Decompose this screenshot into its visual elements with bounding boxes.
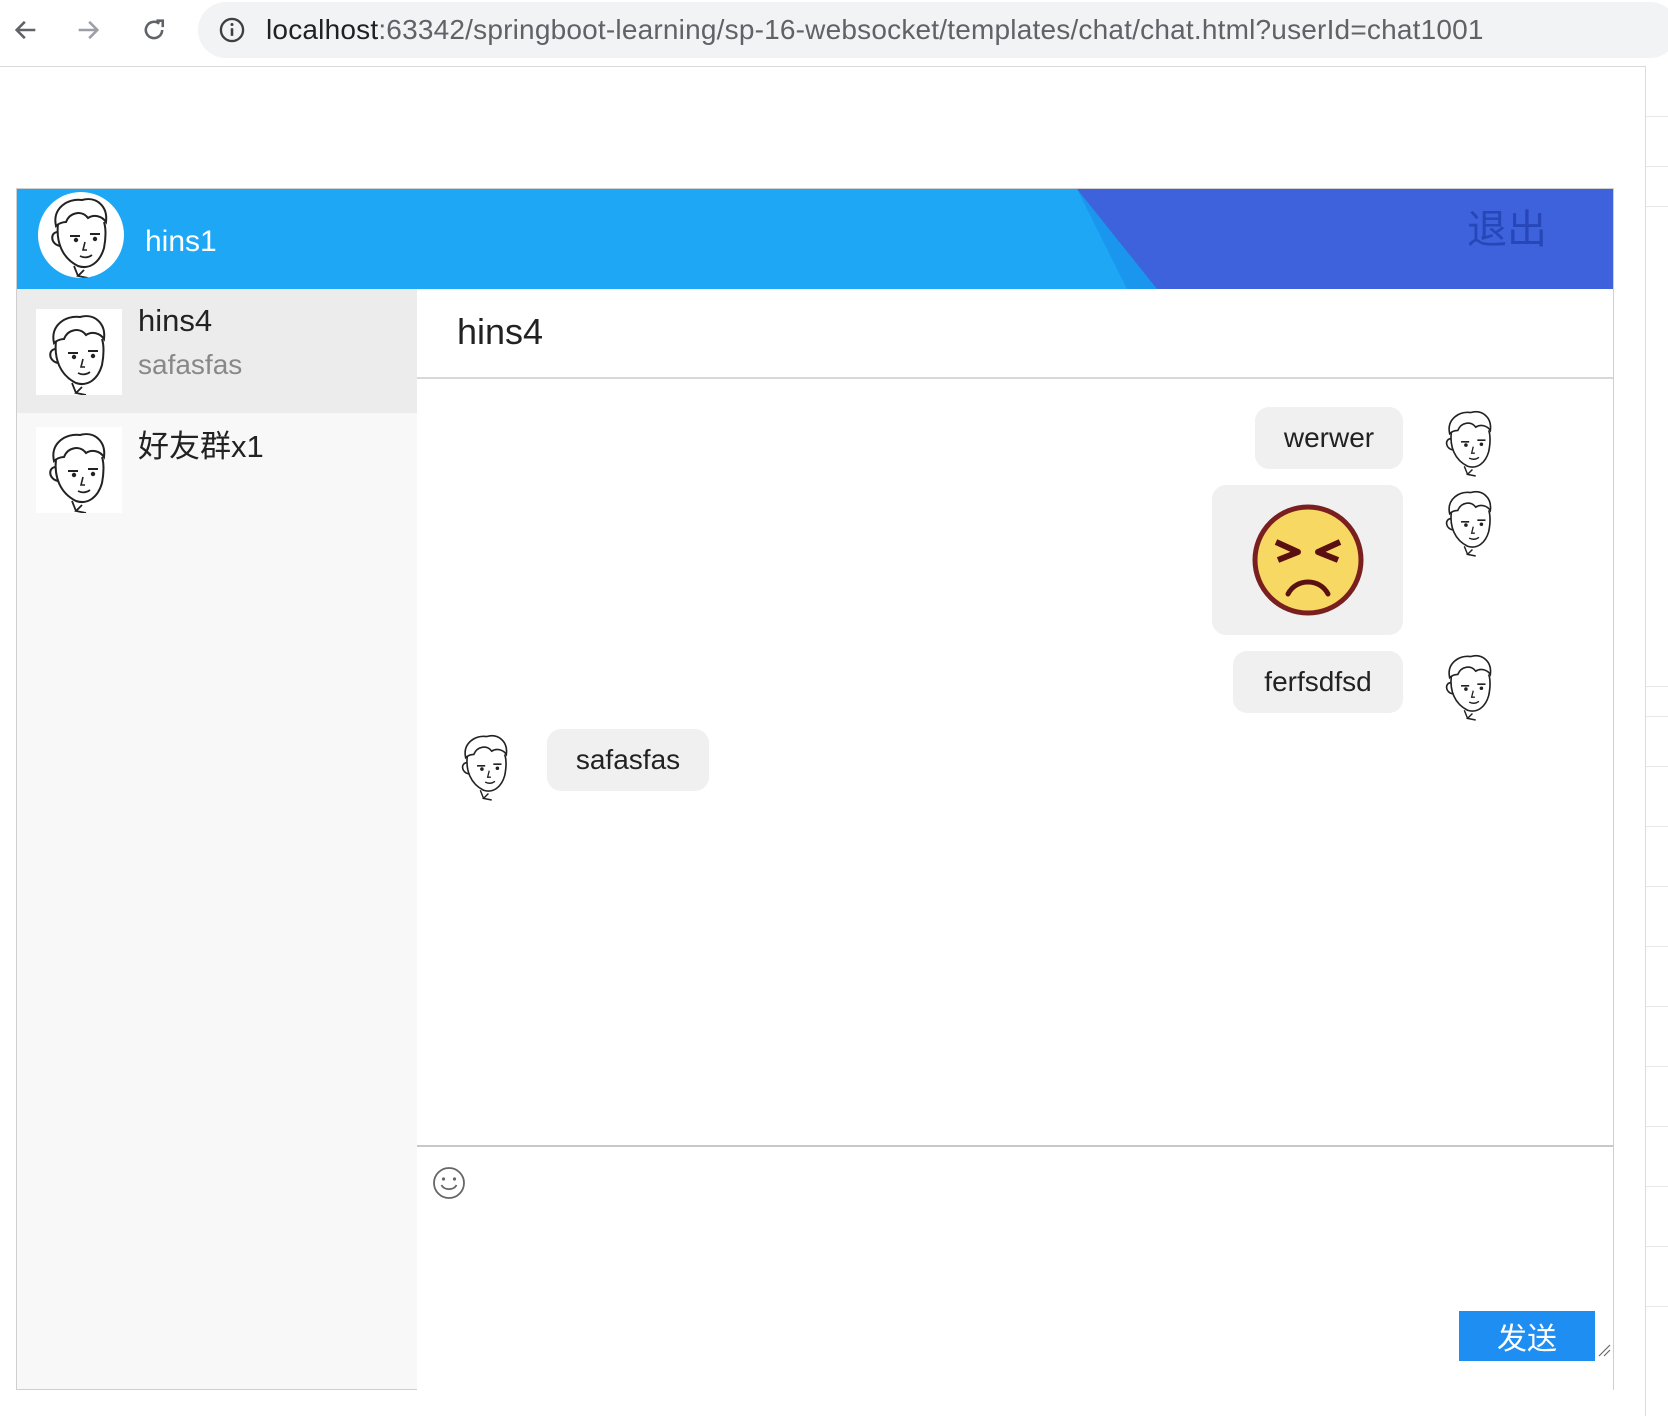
url-path: :63342/springboot-learning/sp-16-websock… bbox=[378, 14, 1484, 45]
address-bar[interactable]: localhost:63342/springboot-learning/sp-1… bbox=[198, 2, 1668, 58]
current-username: hins1 bbox=[145, 225, 217, 258]
avatar-face-icon bbox=[461, 734, 508, 801]
chat-header: hins1 退出 bbox=[17, 189, 1613, 289]
arrow-left-icon bbox=[14, 20, 36, 40]
contact-item-hins4[interactable]: hins4 safasfas bbox=[17, 289, 417, 413]
avatar-face-icon bbox=[1445, 654, 1492, 721]
contact-last-message: safasfas bbox=[138, 349, 243, 380]
arrow-right-icon bbox=[78, 20, 100, 40]
contact-list: hins4 safasfas 好友群x1 bbox=[17, 289, 417, 1389]
avatar-face-icon bbox=[1445, 490, 1492, 557]
send-button[interactable]: 发送 bbox=[1459, 1311, 1595, 1361]
contact-item-group[interactable]: 好友群x1 bbox=[17, 407, 417, 531]
url-text[interactable]: localhost:63342/springboot-learning/sp-1… bbox=[266, 14, 1484, 46]
message-bubble-self: werwer bbox=[1255, 407, 1403, 469]
info-icon[interactable] bbox=[218, 16, 246, 44]
forward-button[interactable] bbox=[68, 10, 108, 50]
devtools-edge bbox=[1645, 66, 1668, 1416]
avatar-face-icon bbox=[51, 198, 108, 278]
contact-avatar bbox=[36, 309, 122, 395]
conversation-header: hins4 bbox=[417, 289, 1613, 379]
conversation-title: hins4 bbox=[457, 311, 544, 352]
message-bubble-other: safasfas bbox=[547, 729, 709, 791]
smiley-icon[interactable] bbox=[431, 1165, 467, 1201]
message-avatar-other bbox=[451, 725, 521, 805]
contact-name: 好友群x1 bbox=[138, 429, 264, 464]
message-bubble-self: ferfsdfsd bbox=[1233, 651, 1403, 713]
message-avatar-self bbox=[1435, 401, 1505, 481]
conversation-panel: hins4 werwer ferfsdfsd safasfas 发送 bbox=[417, 289, 1613, 1391]
resize-grip-icon[interactable] bbox=[1597, 1343, 1611, 1357]
contact-avatar bbox=[36, 427, 122, 513]
message-list: werwer ferfsdfsd safasfas bbox=[417, 379, 1613, 1145]
back-button[interactable] bbox=[6, 10, 46, 50]
contact-name: hins4 bbox=[138, 303, 213, 338]
message-avatar-self bbox=[1435, 481, 1505, 561]
avatar-face-icon bbox=[49, 433, 106, 513]
chat-window: hins1 退出 hins4 safasfas 好友群x1 hins4 werw… bbox=[16, 188, 1614, 1391]
angry-face-emoji-icon bbox=[1252, 504, 1363, 616]
avatar-face-icon bbox=[49, 315, 106, 395]
logout-button[interactable]: 退出 bbox=[1467, 197, 1547, 255]
message-bubble-emoji bbox=[1212, 485, 1403, 635]
reload-button[interactable] bbox=[134, 10, 174, 50]
message-composer[interactable]: 发送 bbox=[417, 1145, 1613, 1391]
message-avatar-self bbox=[1435, 645, 1505, 725]
avatar-face-icon bbox=[1445, 410, 1492, 477]
url-host: localhost bbox=[266, 14, 379, 45]
reload-icon bbox=[144, 19, 165, 40]
user-avatar[interactable] bbox=[38, 192, 124, 278]
browser-toolbar: localhost:63342/springboot-learning/sp-1… bbox=[0, 0, 1668, 67]
